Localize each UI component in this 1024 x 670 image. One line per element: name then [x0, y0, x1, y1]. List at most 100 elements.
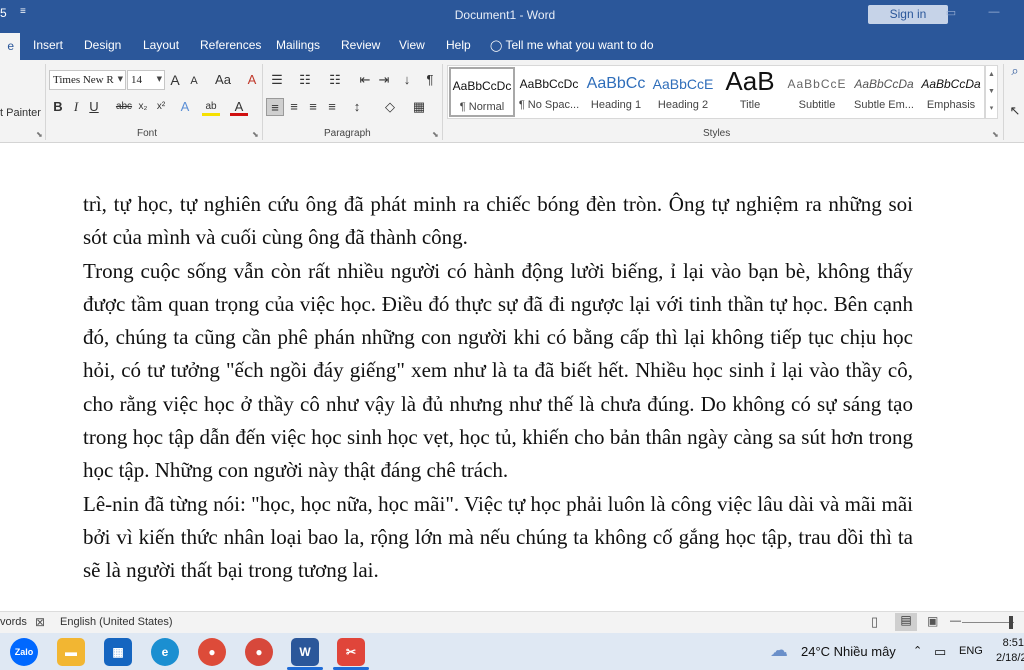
tab-mailings[interactable]: Mailings	[276, 38, 320, 52]
style-subtitle[interactable]: AaBbCcE Subtitle	[784, 67, 850, 117]
tab-insert[interactable]: Insert	[33, 38, 63, 52]
show-hidden-icons[interactable]: ⌃	[913, 644, 922, 657]
style-heading-2[interactable]: AaBbCcE Heading 2	[650, 67, 716, 117]
style-preview: AaB	[725, 67, 775, 91]
chrome-icon[interactable]: ●	[198, 638, 226, 666]
show-formatting-marks-icon[interactable]: ¶	[421, 71, 439, 89]
proofing-icon[interactable]: ⊠	[35, 615, 45, 629]
increase-indent-icon[interactable]: ⇥	[375, 71, 393, 89]
justify-icon[interactable]: ≡	[323, 98, 341, 116]
paragraph-launcher-icon[interactable]: ⬊	[432, 130, 439, 139]
bold-icon[interactable]: B	[49, 98, 67, 116]
read-mode-icon[interactable]: ▯	[871, 614, 878, 630]
change-case-icon[interactable]: Aa	[210, 71, 236, 89]
word-count[interactable]: vords	[0, 616, 27, 628]
font-launcher-icon[interactable]: ⬊	[252, 130, 259, 139]
store-icon[interactable]: ▦	[104, 638, 132, 666]
tab-design[interactable]: Design	[84, 38, 121, 52]
store-glyph: ▦	[112, 645, 124, 659]
numbering-icon[interactable]: ☷	[296, 71, 314, 89]
style-title[interactable]: AaB Title	[717, 67, 783, 117]
chevron-down-icon: ▼	[117, 75, 123, 83]
paragraph[interactable]: Lê-nin đã từng nói: "học, học nữa, học m…	[83, 488, 913, 588]
web-layout-icon[interactable]: ▣	[927, 614, 938, 628]
style-no-spacing[interactable]: AaBbCcDc ¶ No Spac...	[516, 67, 582, 117]
input-language[interactable]: ENG	[959, 645, 983, 657]
style-name: Title	[739, 99, 761, 111]
shading-icon[interactable]: ◇	[381, 98, 399, 116]
paragraph[interactable]: Trong cuộc sống vẫn còn rất nhiều người …	[83, 255, 913, 488]
style-subtle-emphasis[interactable]: AaBbCcDa Subtle Em...	[851, 67, 917, 117]
weather-text[interactable]: 24°C Nhiều mây	[801, 644, 896, 659]
zoom-slider[interactable]	[962, 622, 1014, 623]
align-right-icon[interactable]: ≡	[304, 98, 322, 116]
tab-review[interactable]: Review	[341, 38, 380, 52]
style-preview: AaBbCcDc	[452, 79, 512, 93]
tab-help[interactable]: Help	[446, 38, 471, 52]
style-emphasis[interactable]: AaBbCcDa Emphasis	[918, 67, 984, 117]
style-name: Subtitle	[798, 99, 836, 111]
font-color-icon[interactable]: A	[230, 98, 248, 116]
text-effects-icon[interactable]: A	[176, 98, 194, 116]
strikethrough-icon[interactable]: abc	[113, 98, 135, 116]
sign-in-button[interactable]: Sign in	[868, 5, 948, 24]
edge-icon[interactable]: e	[151, 638, 179, 666]
clipboard-launcher-icon[interactable]: ⬊	[36, 130, 43, 139]
document-body[interactable]: trì, tự học, tự nghiên cứu ông đã phát m…	[83, 188, 913, 588]
style-heading-1[interactable]: AaBbCc Heading 1	[583, 67, 649, 117]
paragraph[interactable]: trì, tự học, tự nghiên cứu ông đã phát m…	[83, 188, 913, 255]
document-page[interactable]: trì, tự học, tự nghiên cứu ông đã phát m…	[0, 144, 1024, 611]
style-normal[interactable]: AaBbCcDc ¶ Normal	[449, 67, 515, 117]
ribbon: t Painter ⬊ Times New R ▼ 14 ▼ A A Aa A B …	[0, 60, 1024, 143]
word-icon[interactable]: W	[291, 638, 319, 666]
font-name-value: Times New R	[53, 74, 114, 86]
chevron-down-icon: ▼	[156, 75, 162, 83]
styles-launcher-icon[interactable]: ⬊	[992, 130, 999, 139]
shrink-font-icon[interactable]: A	[185, 72, 203, 90]
grow-font-icon[interactable]: A	[166, 71, 184, 89]
scroll-up-icon[interactable]: ▲	[986, 66, 997, 83]
style-preview: AaBbCcDc	[519, 77, 579, 91]
zalo-icon[interactable]: Zalo	[10, 638, 38, 666]
highlight-color-icon[interactable]: ab	[202, 98, 220, 116]
style-preview: AaBbCcDa	[854, 77, 914, 91]
more-styles-icon[interactable]: ▾	[986, 100, 997, 117]
clear-formatting-icon[interactable]: A	[243, 71, 261, 89]
tab-references[interactable]: References	[200, 38, 261, 52]
superscript-icon[interactable]: x²	[152, 98, 170, 116]
print-layout-icon[interactable]: ▤	[895, 613, 917, 631]
zoom-out-button[interactable]: —	[950, 615, 961, 627]
minimize-button[interactable]: —	[984, 6, 1004, 22]
italic-icon[interactable]: I	[67, 98, 85, 116]
battery-icon[interactable]: ▭	[934, 644, 946, 660]
zalo-label: Zalo	[14, 647, 34, 657]
underline-icon[interactable]: U	[85, 98, 103, 116]
subscript-icon[interactable]: x₂	[134, 98, 152, 116]
sort-icon[interactable]: ↓	[398, 71, 416, 89]
clock[interactable]: 8:51 2/18/2	[996, 636, 1024, 666]
tab-layout[interactable]: Layout	[143, 38, 179, 52]
tab-home[interactable]: e	[0, 33, 20, 60]
decrease-indent-icon[interactable]: ⇤	[356, 71, 374, 89]
find-icon[interactable]: ⌕	[1006, 62, 1024, 80]
bullets-icon[interactable]: ☰	[268, 71, 286, 89]
ribbon-display-options-icon[interactable]: ▭	[941, 6, 961, 22]
select-icon[interactable]: ↖	[1006, 102, 1024, 120]
style-preview: AaBbCcE	[787, 77, 847, 91]
snipping-tool-icon[interactable]: ✂	[337, 638, 365, 666]
language-indicator[interactable]: English (United States)	[60, 616, 173, 628]
line-spacing-icon[interactable]: ↕	[348, 98, 366, 116]
tab-view[interactable]: View	[399, 38, 425, 52]
file-explorer-icon[interactable]: ▬	[57, 638, 85, 666]
tell-me-search[interactable]: ◯ Tell me what you want to do	[490, 38, 654, 52]
font-size-combo[interactable]: 14 ▼	[127, 70, 165, 90]
align-left-icon[interactable]: ≡	[266, 98, 284, 116]
scroll-down-icon[interactable]: ▼	[986, 83, 997, 100]
borders-icon[interactable]: ▦	[410, 98, 428, 116]
chrome-profile-icon[interactable]: ●	[245, 638, 273, 666]
multilevel-list-icon[interactable]: ☷	[326, 71, 344, 89]
font-name-combo[interactable]: Times New R ▼	[49, 70, 126, 90]
format-painter-button[interactable]: t Painter	[0, 107, 41, 119]
zoom-slider-thumb[interactable]	[1009, 616, 1013, 629]
align-center-icon[interactable]: ≡	[285, 98, 303, 116]
